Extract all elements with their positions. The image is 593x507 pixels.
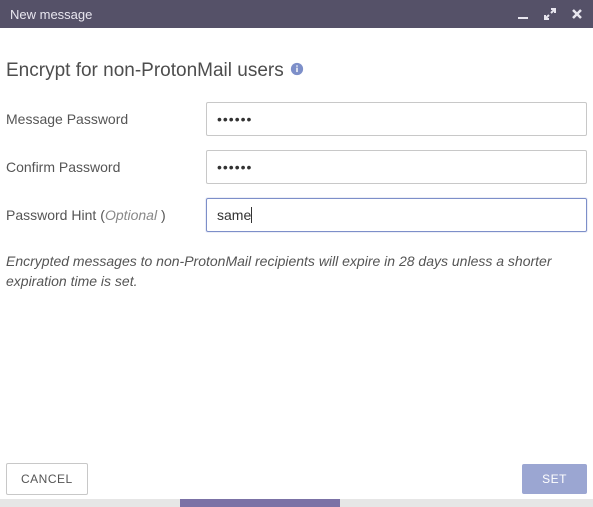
expiration-note: Encrypted messages to non-ProtonMail rec… <box>6 252 587 291</box>
label-confirm-password: Confirm Password <box>6 159 206 175</box>
confirm-password-input[interactable] <box>206 150 587 184</box>
set-button[interactable]: SET <box>522 464 587 494</box>
dialog-heading: Encrypt for non-ProtonMail users <box>6 60 284 82</box>
text-caret <box>251 207 252 223</box>
window-controls <box>517 7 583 21</box>
password-hint-input[interactable]: same <box>206 198 587 232</box>
label-password-hint: Password Hint (Optional ) <box>6 207 206 223</box>
dialog-footer: CANCEL SET <box>0 463 593 495</box>
close-icon[interactable] <box>571 8 583 20</box>
minimize-icon[interactable] <box>517 8 529 20</box>
row-message-password: Message Password <box>6 102 587 136</box>
titlebar: New message <box>0 0 593 28</box>
bottom-tab-strip <box>0 499 593 507</box>
label-message-password: Message Password <box>6 111 206 127</box>
cancel-button[interactable]: CANCEL <box>6 463 88 495</box>
password-hint-value: same <box>217 207 251 223</box>
bottom-seg-active <box>180 499 340 507</box>
dialog-body: Encrypt for non-ProtonMail users Message… <box>0 28 593 291</box>
row-confirm-password: Confirm Password <box>6 150 587 184</box>
heading-row: Encrypt for non-ProtonMail users <box>6 60 587 82</box>
bottom-seg-3 <box>340 499 593 507</box>
expand-icon[interactable] <box>543 7 557 21</box>
message-password-input[interactable] <box>206 102 587 136</box>
bottom-seg-1 <box>0 499 180 507</box>
window-title: New message <box>10 7 517 22</box>
info-icon[interactable] <box>290 62 304 81</box>
row-password-hint: Password Hint (Optional ) same <box>6 198 587 232</box>
footer-buttons: CANCEL SET <box>6 463 587 495</box>
